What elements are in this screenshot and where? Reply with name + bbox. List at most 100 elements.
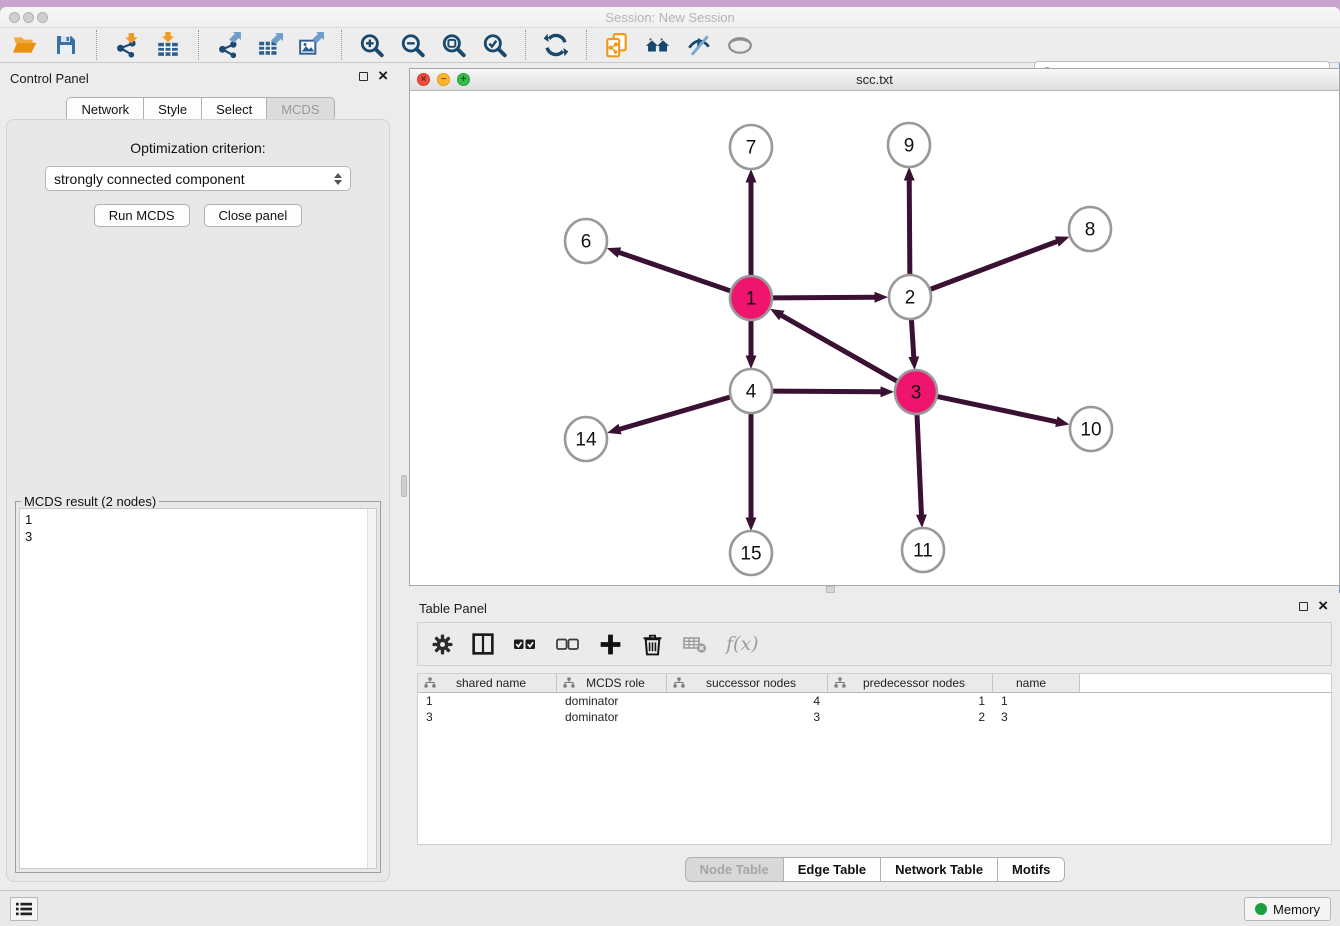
svg-text:15: 15 xyxy=(740,544,761,565)
splitter-handle[interactable] xyxy=(401,475,407,497)
node-15[interactable]: 15 xyxy=(730,531,772,575)
toolbar-separator xyxy=(198,30,199,60)
toolbar-separator xyxy=(525,30,526,60)
hide-selected-icon[interactable] xyxy=(686,32,712,58)
float-table-panel-icon[interactable] xyxy=(1299,602,1308,611)
export-table-icon[interactable] xyxy=(257,32,283,58)
node-14[interactable]: 14 xyxy=(565,417,607,461)
table-row[interactable]: 3 dominator 3 2 3 xyxy=(418,709,1331,725)
result-line: 1 xyxy=(25,511,376,528)
tree-icon xyxy=(563,677,575,689)
import-table-icon[interactable] xyxy=(155,32,181,58)
edge-3-10[interactable] xyxy=(938,397,1057,422)
apply-layout-icon[interactable] xyxy=(543,32,569,58)
svg-text:6: 6 xyxy=(581,232,592,253)
network-title: scc.txt xyxy=(410,72,1339,87)
first-neighbors-icon[interactable] xyxy=(645,32,671,58)
table-row[interactable]: 1 dominator 4 1 1 xyxy=(418,693,1331,709)
network-canvas[interactable]: 1 2 3 4 6 7 8 9 10 11 14 15 xyxy=(410,91,1339,585)
node-8[interactable]: 8 xyxy=(1069,207,1111,251)
toolbar-separator xyxy=(586,30,587,60)
node-4[interactable]: 4 xyxy=(730,369,772,413)
toolbar-separator xyxy=(96,30,97,60)
network-window-titlebar: × − + scc.txt xyxy=(410,69,1339,91)
zoom-selected-icon[interactable] xyxy=(482,32,508,58)
edge-2-9[interactable] xyxy=(909,180,910,275)
tab-edge-table[interactable]: Edge Table xyxy=(783,857,881,882)
edge-3-11[interactable] xyxy=(917,414,921,515)
edge-3-1[interactable] xyxy=(781,315,896,381)
zoom-out-icon[interactable] xyxy=(400,32,426,58)
delete-table-icon[interactable] xyxy=(683,634,707,654)
float-panel-icon[interactable] xyxy=(359,72,368,81)
column-header-shared-name[interactable]: shared name xyxy=(418,674,557,692)
optimization-criterion-select[interactable]: strongly connected component xyxy=(45,166,351,191)
duplicate-network-icon[interactable] xyxy=(604,32,630,58)
column-header-name[interactable]: name xyxy=(993,674,1080,692)
session-title: Session: New Session xyxy=(0,10,1340,25)
column-settings-icon[interactable] xyxy=(432,634,453,655)
save-session-icon[interactable] xyxy=(53,32,79,58)
titlebar: Session: New Session xyxy=(0,7,1340,28)
show-all-icon[interactable] xyxy=(727,32,753,58)
dropdown-value: strongly connected component xyxy=(54,171,245,187)
export-image-icon[interactable] xyxy=(298,32,324,58)
deselect-all-icon[interactable] xyxy=(556,633,580,655)
show-columns-icon[interactable] xyxy=(472,633,494,655)
select-all-icon[interactable] xyxy=(513,633,537,655)
tab-network[interactable]: Network xyxy=(66,97,144,121)
task-history-button[interactable] xyxy=(10,897,38,921)
export-network-icon[interactable] xyxy=(216,32,242,58)
tree-icon xyxy=(673,677,685,689)
mcds-result-text[interactable]: 1 3 xyxy=(19,508,377,869)
column-header-mcds-role[interactable]: MCDS role xyxy=(557,674,667,692)
zoom-in-icon[interactable] xyxy=(359,32,385,58)
close-panel-button[interactable]: Close panel xyxy=(204,204,303,227)
tab-style[interactable]: Style xyxy=(143,97,202,121)
horizontal-splitter-handle[interactable] xyxy=(826,586,835,593)
zoom-fit-icon[interactable] xyxy=(441,32,467,58)
result-line: 3 xyxy=(25,528,376,545)
memory-status-icon xyxy=(1255,903,1267,915)
status-bar: Memory xyxy=(0,890,1340,926)
node-7[interactable]: 7 xyxy=(730,125,772,169)
close-panel-icon[interactable]: × xyxy=(378,71,388,81)
create-column-icon[interactable] xyxy=(599,633,622,656)
tab-mcds[interactable]: MCDS xyxy=(266,97,334,121)
node-10[interactable]: 10 xyxy=(1070,407,1112,451)
svg-text:9: 9 xyxy=(904,136,915,157)
column-header-successor-nodes[interactable]: successor nodes xyxy=(667,674,828,692)
edge-4-3[interactable] xyxy=(773,391,881,392)
delete-column-icon[interactable] xyxy=(641,633,664,656)
edge-1-6[interactable] xyxy=(619,252,730,290)
edge-1-2[interactable] xyxy=(773,297,875,298)
node-11[interactable]: 11 xyxy=(902,528,944,572)
node-2[interactable]: 2 xyxy=(889,275,931,319)
memory-button[interactable]: Memory xyxy=(1244,897,1331,921)
node-1[interactable]: 1 xyxy=(730,276,772,320)
tab-select[interactable]: Select xyxy=(201,97,267,121)
edge-4-14[interactable] xyxy=(620,397,730,429)
tab-network-table[interactable]: Network Table xyxy=(880,857,998,882)
import-network-icon[interactable] xyxy=(114,32,140,58)
table-panel: Table Panel × xyxy=(409,593,1340,890)
edge-2-8[interactable] xyxy=(931,241,1058,289)
run-mcds-button[interactable]: Run MCDS xyxy=(94,204,190,227)
node-9[interactable]: 9 xyxy=(888,123,930,167)
function-builder-icon[interactable]: f(x) xyxy=(726,633,759,655)
optimization-criterion-label: Optimization criterion: xyxy=(7,140,389,156)
tab-node-table[interactable]: Node Table xyxy=(685,857,784,882)
column-header-predecessor-nodes[interactable]: predecessor nodes xyxy=(828,674,993,692)
result-scrollbar[interactable] xyxy=(367,509,376,868)
tab-motifs[interactable]: Motifs xyxy=(997,857,1065,882)
node-table: shared name MCDS role successor nodes pr… xyxy=(417,673,1332,845)
close-table-panel-icon[interactable]: × xyxy=(1318,601,1328,611)
network-view-window: × − + scc.txt 1 2 3 4 6 7 8 9 10 11 14 15 xyxy=(409,68,1340,586)
open-session-icon[interactable] xyxy=(12,32,38,58)
node-3[interactable]: 3 xyxy=(895,370,937,414)
node-6[interactable]: 6 xyxy=(565,219,607,263)
edge-2-3[interactable] xyxy=(911,319,913,357)
svg-text:3: 3 xyxy=(911,383,922,404)
vertical-splitter[interactable] xyxy=(400,63,409,890)
svg-text:10: 10 xyxy=(1080,420,1101,441)
